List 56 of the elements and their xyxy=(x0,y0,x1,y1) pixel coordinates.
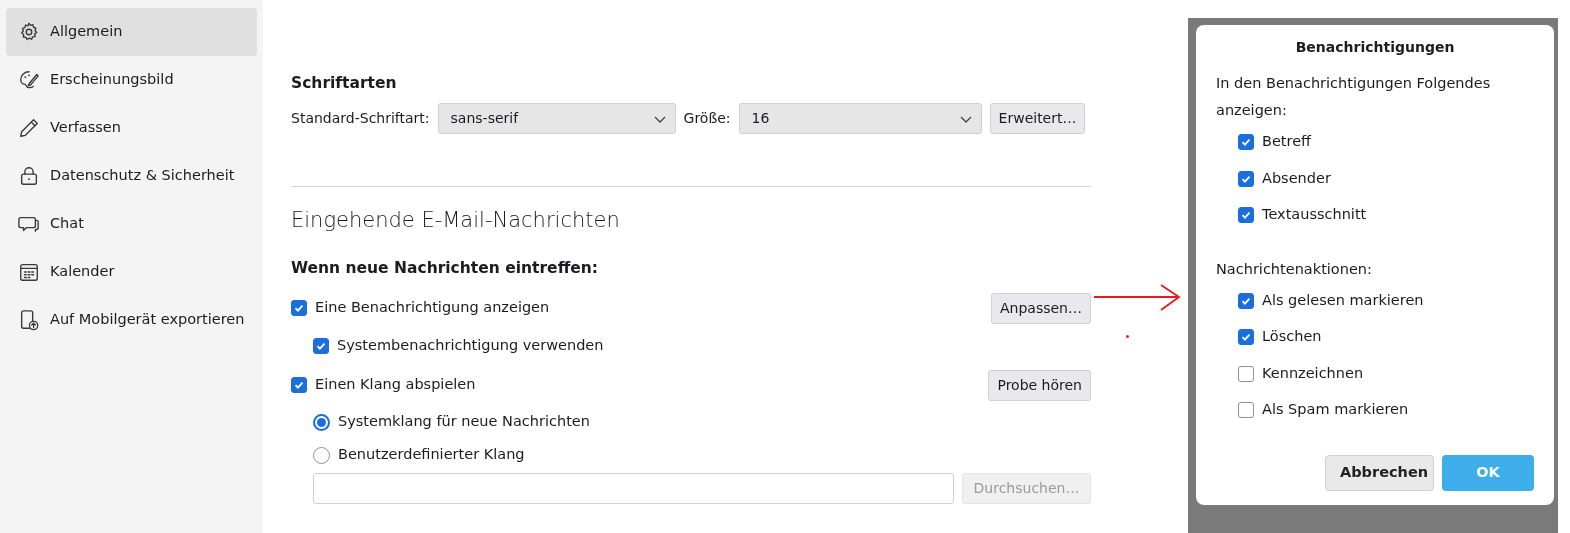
calendar-icon xyxy=(18,261,40,283)
checkbox-label: Einen Klang abspielen xyxy=(315,375,476,395)
sidebar-item[interactable]: Chat xyxy=(6,200,257,248)
sidebar-item[interactable]: Verfassen xyxy=(6,104,257,152)
dialog-title: Benachrichtigungen xyxy=(1294,38,1456,57)
sidebar-item[interactable]: Kalender xyxy=(6,248,257,296)
sidebar-item[interactable]: Erscheinungsbild xyxy=(6,56,257,104)
cancel-button[interactable]: Abbrechen xyxy=(1325,454,1434,491)
checkbox[interactable] xyxy=(1238,402,1254,419)
pencil-icon xyxy=(18,117,40,139)
checkbox[interactable] xyxy=(313,338,329,354)
radio-label: Systemklang für neue Nachrichten xyxy=(338,412,590,432)
subheading: Wenn neue Nachrichten eintreffen: xyxy=(291,257,599,279)
sidebar-item[interactable]: Datenschutz & Sicherheit xyxy=(6,152,257,200)
gear-icon xyxy=(18,21,40,43)
radio-button[interactable] xyxy=(313,413,330,431)
checkbox[interactable] xyxy=(1238,365,1254,382)
size-select[interactable]: 16 xyxy=(738,103,982,135)
checkbox[interactable] xyxy=(1238,292,1254,309)
checkbox[interactable] xyxy=(1238,207,1254,224)
checkbox-label: Als Spam markieren xyxy=(1262,400,1409,420)
file-path-field[interactable] xyxy=(313,473,954,504)
checkbox[interactable] xyxy=(291,377,307,393)
check-icon xyxy=(293,302,305,314)
checkbox[interactable] xyxy=(291,300,307,316)
field-label: Standard-Schriftart: xyxy=(291,109,430,129)
option-button[interactable]: Anpassen… xyxy=(991,292,1091,324)
checkbox[interactable] xyxy=(1238,329,1254,346)
radio-label: Benutzerdefinierter Klang xyxy=(338,445,525,465)
checkbox-label: Löschen xyxy=(1262,327,1322,347)
sidebar-item[interactable]: Auf Mobilgerät exportieren xyxy=(6,296,257,344)
section-heading: Eingehende E-Mail-Nachrichten xyxy=(291,207,621,235)
check-icon xyxy=(315,340,327,352)
dialog-label: Nachrichtenaktionen: xyxy=(1216,259,1373,279)
lock-icon xyxy=(18,165,40,187)
font-select[interactable]: sans-serif xyxy=(437,103,676,135)
checkbox-label: Betreff xyxy=(1262,132,1312,152)
checkbox-label: Kennzeichnen xyxy=(1262,363,1364,383)
advanced-button[interactable]: Erweitert… xyxy=(989,103,1086,135)
checkbox-label: Als gelesen markieren xyxy=(1262,290,1424,310)
checkbox[interactable] xyxy=(1238,170,1254,187)
checkbox-label: Systembenachrichtigung verwenden xyxy=(337,336,604,356)
checkbox-label: Textausschnitt xyxy=(1262,205,1367,225)
radio-button[interactable] xyxy=(313,446,330,464)
checkbox-label: Eine Benachrichtigung anzeigen xyxy=(315,298,550,318)
palette-icon xyxy=(18,69,40,91)
annotation-dot xyxy=(1126,335,1129,338)
check-icon xyxy=(293,379,305,391)
section-heading: Schriftarten xyxy=(291,73,398,94)
option-button[interactable]: Probe hören xyxy=(988,369,1091,401)
field-label: Größe: xyxy=(683,109,731,129)
phone-export-icon xyxy=(18,309,40,331)
checkbox[interactable] xyxy=(1238,134,1254,151)
sidebar-item[interactable]: Allgemein xyxy=(6,8,257,56)
dialog-label: In den Benachrichtigungen Folgendes anzeigen: xyxy=(1216,74,1492,120)
checkbox-label: Absender xyxy=(1262,168,1331,188)
